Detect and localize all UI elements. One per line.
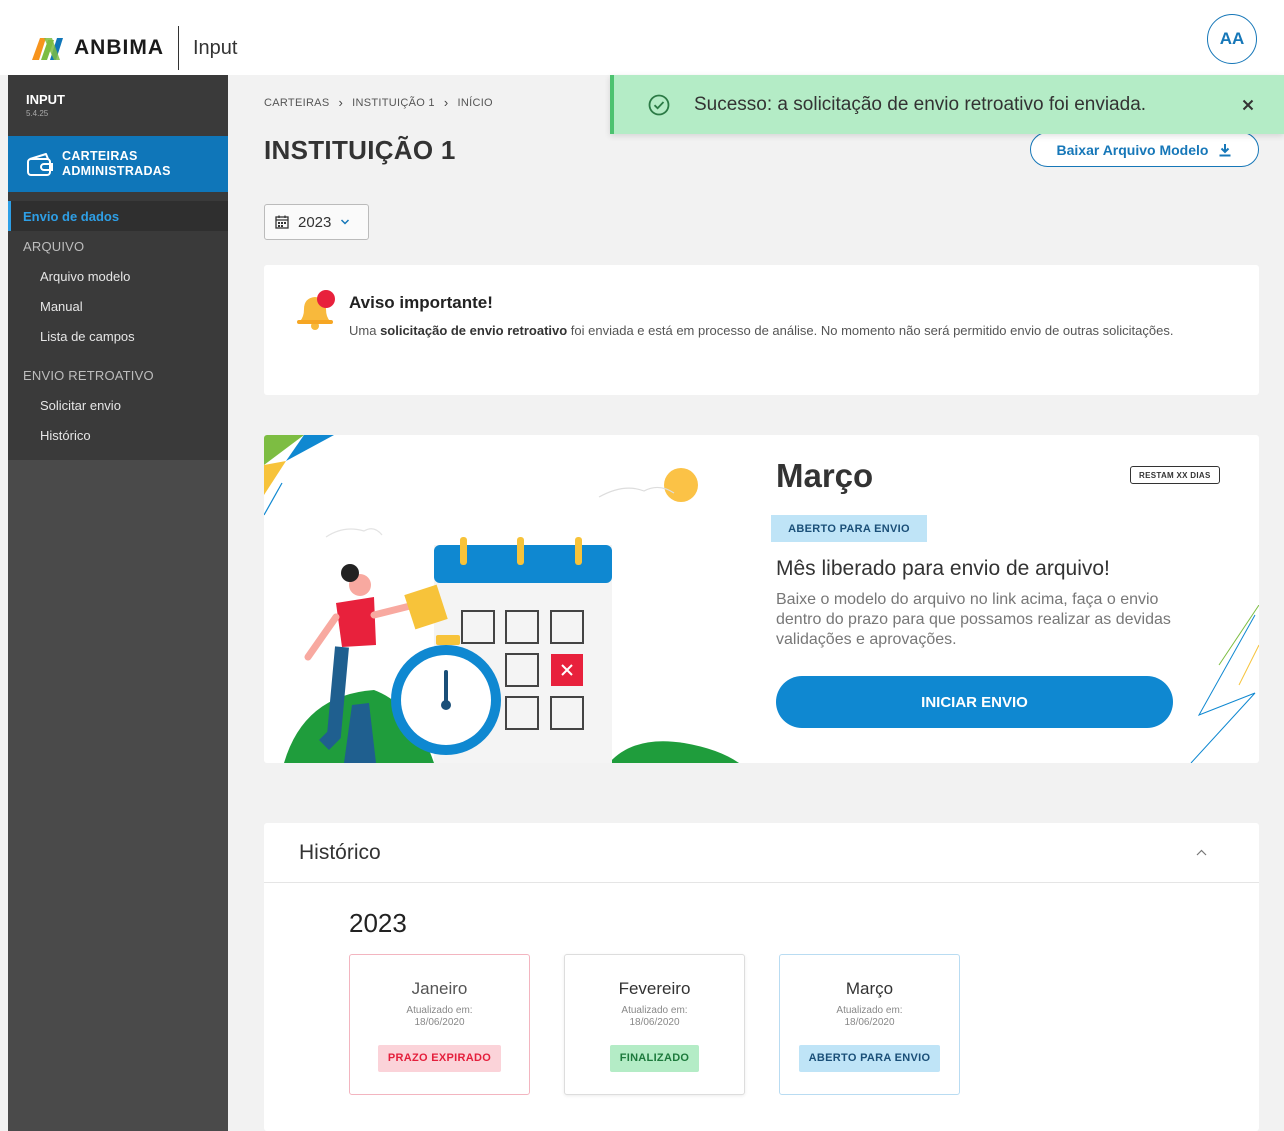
- anbima-logo-icon: [32, 38, 63, 60]
- page-title: INSTITUIÇÃO 1: [264, 135, 456, 165]
- status-badge-open: ABERTO PARA ENVIO: [798, 1045, 941, 1072]
- anbima-logo[interactable]: ANBIMA Input: [30, 26, 237, 70]
- status-badge-expired: PRAZO EXPIRADO: [377, 1045, 502, 1072]
- history-card-month: Março: [845, 979, 894, 998]
- history-card-updated-label: Atualizado em:: [621, 1005, 688, 1016]
- sidebar-menu: Envio de dados ARQUIVO Arquivo modelo Ma…: [8, 192, 228, 450]
- sidebar-section-line2: ADMINISTRADAS: [62, 164, 171, 178]
- sidebar-item-historico[interactable]: Histórico: [8, 420, 228, 450]
- success-toast: Sucesso: a solicitação de envio retroati…: [610, 75, 1284, 134]
- notice-text-bold: solicitação de envio retroativo: [380, 323, 568, 338]
- chevron-up-icon[interactable]: [1196, 849, 1207, 856]
- month-description: Baixe o modelo do arquivo no link acima,…: [776, 591, 1171, 648]
- history-card-fevereiro[interactable]: Fevereiro Atualizado em: 18/06/2020 FINA…: [564, 954, 745, 1095]
- download-template-label: Baixar Arquivo Modelo: [1056, 141, 1209, 158]
- app-name: INPUT: [26, 92, 65, 107]
- wallet-icon: [27, 153, 53, 176]
- bell-icon: [297, 290, 335, 330]
- history-card-updated-date: 18/06/2020: [629, 1017, 680, 1028]
- sidebar-item-envio-de-dados[interactable]: Envio de dados: [8, 201, 228, 231]
- history-card-marco[interactable]: Março Atualizado em: 18/06/2020 ABERTO P…: [779, 954, 960, 1095]
- history-year: 2023: [349, 908, 407, 938]
- notice-text-post: foi enviada e está em processo de anális…: [567, 323, 1174, 338]
- sidebar-item-lista-de-campos[interactable]: Lista de campos: [8, 321, 228, 351]
- year-select[interactable]: 2023: [264, 204, 369, 240]
- notice-text-pre: Uma: [349, 323, 381, 338]
- sidebar-group-envio-retroativo: ENVIO RETROATIVO: [23, 367, 154, 383]
- download-template-button[interactable]: Baixar Arquivo Modelo: [1030, 132, 1259, 167]
- days-left-badge: RESTAM XX DIAS: [1130, 466, 1220, 484]
- history-card-month: Janeiro: [411, 979, 468, 998]
- chevron-down-icon: [341, 219, 350, 225]
- toast-message: Sucesso: a solicitação de envio retroati…: [694, 93, 1147, 115]
- start-upload-button[interactable]: INICIAR ENVIO: [776, 676, 1173, 728]
- history-card-updated: Atualizado em: 18/06/2020: [350, 1005, 529, 1029]
- sidebar-menu-panel: INPUT 5.4.25 CARTEIRAS ADMINISTRADAS Env…: [8, 75, 228, 460]
- status-badge: ABERTO PARA ENVIO: [771, 515, 927, 542]
- history-card-janeiro[interactable]: Janeiro Atualizado em: 18/06/2020 PRAZO …: [349, 954, 530, 1095]
- history-card-updated-label: Atualizado em:: [836, 1005, 903, 1016]
- sidebar: INPUT 5.4.25 CARTEIRAS ADMINISTRADAS Env…: [8, 75, 228, 1131]
- chevron-right-icon: ›: [443, 95, 449, 110]
- user-avatar[interactable]: AA: [1207, 14, 1257, 64]
- check-circle-icon: [648, 94, 670, 115]
- month-name: Março: [776, 457, 874, 494]
- breadcrumb-instituicao[interactable]: INSTITUIÇÃO 1: [352, 97, 435, 109]
- sidebar-section-label: CARTEIRAS ADMINISTRADAS: [62, 149, 171, 179]
- current-month-card: Março RESTAM XX DIAS ABERTO PARA ENVIO M…: [264, 435, 1259, 763]
- calendar-icon: [275, 215, 289, 229]
- sidebar-item-arquivo-modelo[interactable]: Arquivo modelo: [8, 261, 228, 291]
- breadcrumb-carteiras[interactable]: CARTEIRAS: [264, 97, 329, 109]
- sidebar-group-arquivo: ARQUIVO: [23, 238, 85, 254]
- top-header: ANBIMA Input AA: [0, 0, 1284, 75]
- history-card-month: Fevereiro: [618, 979, 691, 998]
- sidebar-item-solicitar-envio[interactable]: Solicitar envio: [8, 390, 228, 420]
- decorative-lines: [1190, 605, 1259, 763]
- sidebar-app-info: INPUT 5.4.25: [8, 75, 228, 136]
- chevron-right-icon: ›: [338, 95, 344, 110]
- close-icon[interactable]: [1242, 99, 1254, 111]
- product-name: Input: [193, 36, 238, 59]
- sidebar-item-manual[interactable]: Manual: [8, 291, 228, 321]
- history-card-updated-date: 18/06/2020: [844, 1017, 895, 1028]
- breadcrumb-inicio: INÍCIO: [457, 96, 493, 109]
- history-panel: Histórico 2023 Janeiro Atualizado em: 18…: [264, 823, 1259, 1131]
- history-header[interactable]: Histórico: [264, 823, 1259, 883]
- breadcrumb: CARTEIRAS › INSTITUIÇÃO 1 › INÍCIO: [264, 95, 493, 110]
- month-heading: Mês liberado para envio de arquivo!: [776, 557, 1110, 580]
- status-badge-finished: FINALIZADO: [609, 1045, 700, 1072]
- history-card-updated-label: Atualizado em:: [406, 1005, 473, 1016]
- sidebar-section-carteiras[interactable]: CARTEIRAS ADMINISTRADAS: [8, 136, 228, 192]
- history-card-updated: Atualizado em: 18/06/2020: [565, 1005, 744, 1029]
- history-title: Histórico: [299, 840, 381, 864]
- brand-name: ANBIMA: [74, 36, 164, 59]
- notice-title: Aviso importante!: [349, 293, 493, 312]
- year-select-value: 2023: [298, 213, 332, 231]
- app-version: 5.4.25: [26, 109, 49, 118]
- sidebar-section-line1: CARTEIRAS: [62, 149, 138, 163]
- important-notice: Aviso importante! Uma solicitação de env…: [264, 265, 1259, 395]
- logo-divider: [178, 26, 179, 70]
- history-card-updated-date: 18/06/2020: [414, 1017, 465, 1028]
- history-card-updated: Atualizado em: 18/06/2020: [780, 1005, 959, 1029]
- calendar-illustration: [264, 435, 739, 763]
- notice-text: Uma solicitação de envio retroativo foi …: [349, 321, 1209, 341]
- download-icon: [1219, 143, 1231, 156]
